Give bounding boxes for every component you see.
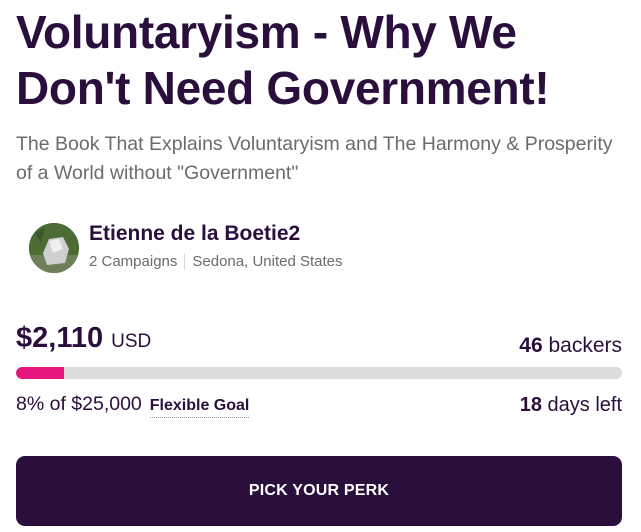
owner-campaign-count: 2 Campaigns — [89, 253, 178, 270]
owner-name[interactable]: Etienne de la Boetie2 — [89, 221, 343, 247]
backers-label: backers — [548, 334, 622, 357]
raised-amount: $2,110 — [16, 322, 104, 354]
backers-number: 46 — [519, 334, 543, 357]
raised-currency: USD — [111, 331, 152, 352]
campaign-owner: Etienne de la Boetie2 2 Campaigns Sedona… — [29, 222, 343, 274]
meta-divider — [184, 254, 186, 270]
campaign-subtitle: The Book That Explains Voluntaryism and … — [16, 133, 613, 184]
backers-count: 46 backers — [519, 334, 622, 358]
funding-goal: 8% of $25,000 Flexible Goal — [16, 393, 250, 418]
avatar[interactable] — [29, 223, 79, 273]
funds-raised: $2,110 USD — [16, 322, 151, 355]
funding-progress-bar — [16, 367, 622, 379]
days-label: days left — [547, 394, 622, 416]
owner-location: Sedona, United States — [192, 253, 343, 270]
days-left: 18 days left — [520, 394, 622, 417]
goal-text: 8% of $25,000 — [16, 393, 142, 415]
goal-type-link[interactable]: Flexible Goal — [149, 397, 250, 418]
days-number: 18 — [519, 394, 542, 416]
campaign-title: Voluntaryism - Why We Don't Need Governm… — [16, 6, 550, 114]
avatar-image-icon — [29, 223, 79, 273]
pick-your-perk-button[interactable]: PICK YOUR PERK — [16, 456, 622, 526]
funding-progress-fill — [16, 367, 65, 379]
